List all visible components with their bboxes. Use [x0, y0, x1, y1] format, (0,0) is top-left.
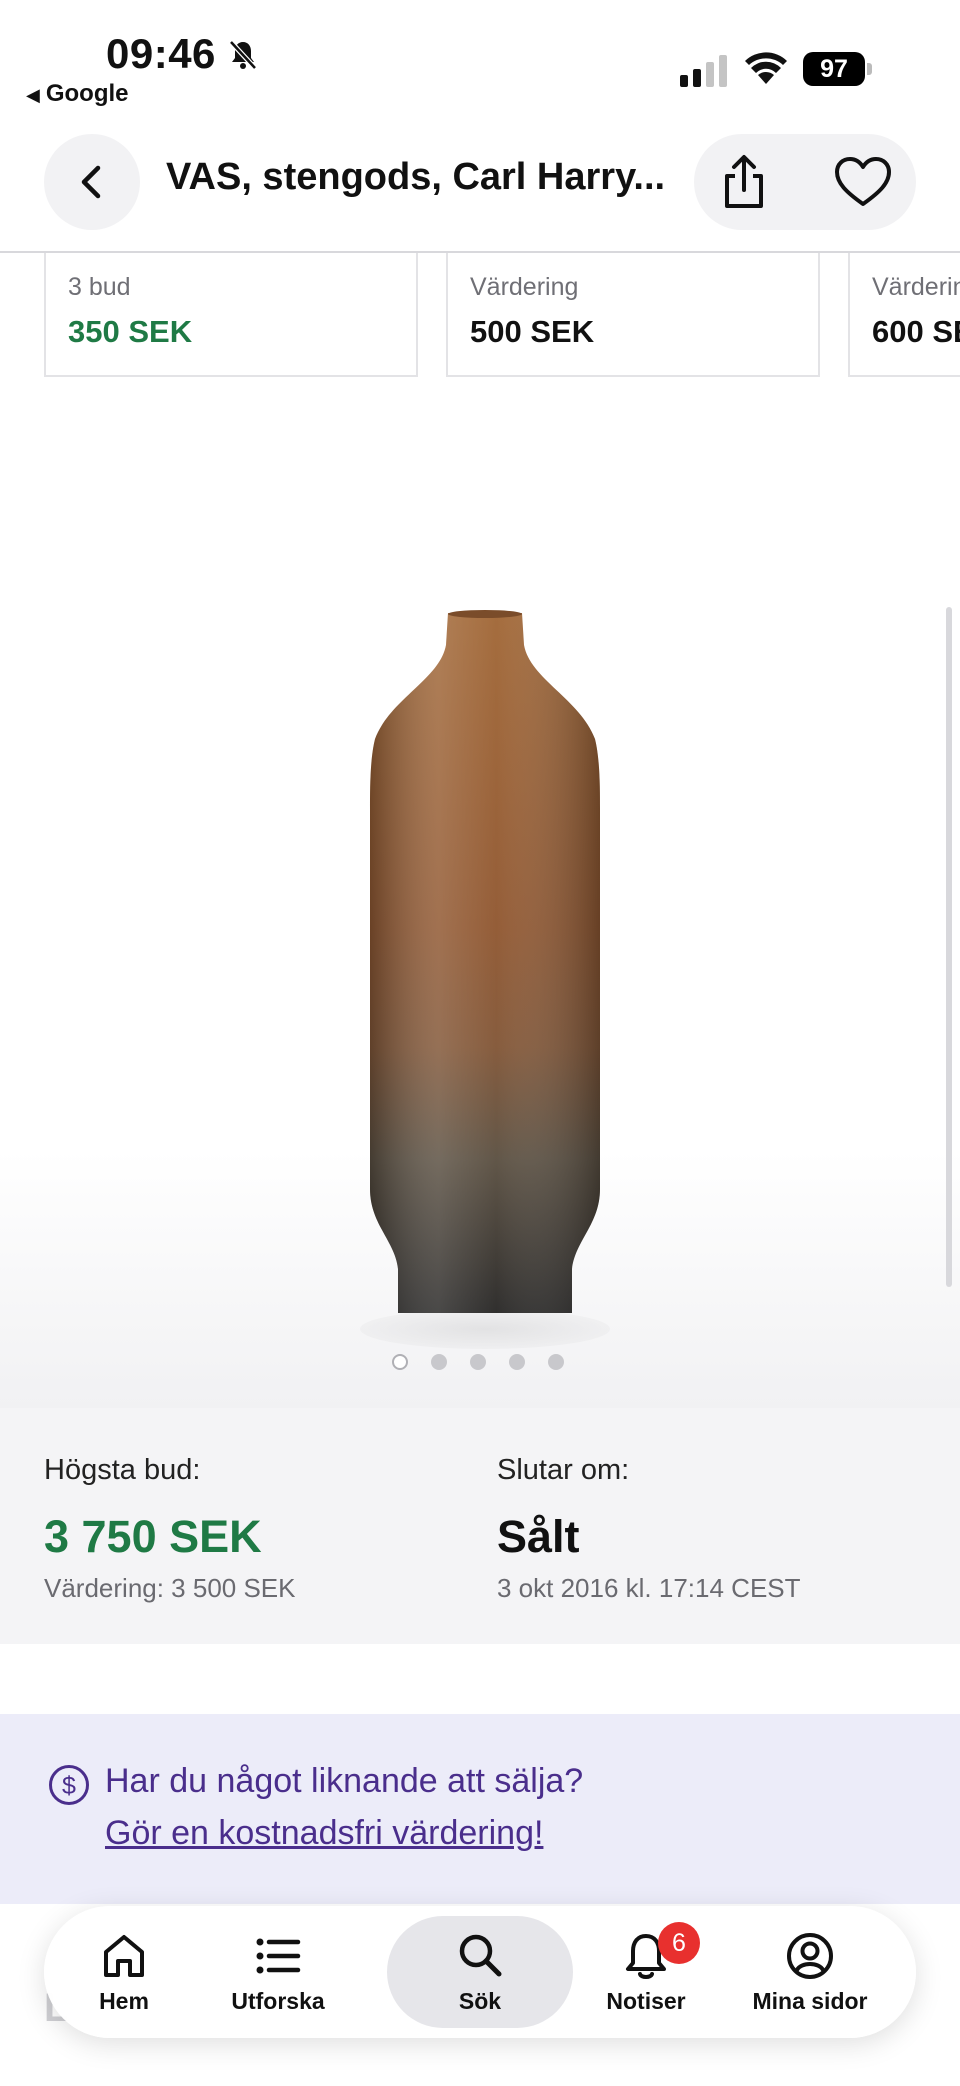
- list-icon: [256, 1938, 301, 1973]
- header-actions: [694, 134, 916, 230]
- card-label: Värdering: [470, 273, 579, 301]
- pagination-dot[interactable]: [548, 1354, 564, 1370]
- ends-date: 3 okt 2016 kl. 17:14 CEST: [497, 1573, 801, 1603]
- promo-text: Har du något liknande att sälja?: [105, 1762, 584, 1800]
- tab-search[interactable]: Sök: [387, 1916, 573, 2028]
- bottom-navigation: Hem Utforska Sök Notiser 6 Mina sidor: [44, 1906, 916, 2038]
- tab-notifications[interactable]: Notiser 6: [566, 1916, 726, 2028]
- highest-bid-section: Högsta bud: 3 750 SEK Värdering: 3 500 S…: [44, 1454, 296, 1604]
- card-value: 600 SEK: [872, 314, 960, 349]
- tab-my-pages[interactable]: Mina sidor: [730, 1916, 890, 2028]
- dollar-circle-icon: $: [49, 1765, 89, 1805]
- tab-label: Utforska: [231, 1987, 325, 2014]
- related-items-carousel[interactable]: 3 bud 350 SEK Värdering 500 SEK Värderin…: [0, 253, 960, 379]
- pagination-dot[interactable]: [470, 1354, 486, 1370]
- status-time: 09:46: [106, 30, 216, 77]
- tab-home[interactable]: Hem: [44, 1916, 204, 2028]
- ends-section: Slutar om: Sålt 3 okt 2016 kl. 17:14 CES…: [497, 1454, 801, 1604]
- card-value: 500 SEK: [470, 314, 595, 349]
- back-button[interactable]: [44, 134, 140, 230]
- tab-label: Mina sidor: [752, 1987, 868, 2014]
- tab-explore[interactable]: Utforska: [198, 1916, 358, 2028]
- bell-muted-icon: [229, 40, 257, 70]
- share-icon[interactable]: [714, 152, 774, 212]
- back-app-label: Google: [45, 80, 129, 107]
- valuation-text: Värdering: 3 500 SEK: [44, 1573, 296, 1603]
- search-icon: [459, 1934, 502, 1976]
- tab-label: Sök: [458, 1987, 502, 2014]
- page-title: VAS, stengods, Carl Harry...: [166, 156, 666, 198]
- pagination-dot[interactable]: [392, 1354, 408, 1370]
- pagination-dot[interactable]: [509, 1354, 525, 1370]
- cellular-signal-icon: [680, 55, 727, 87]
- related-card[interactable]: Värdering 600 SEK: [848, 253, 960, 377]
- bid-info-panel: Högsta bud: 3 750 SEK Värdering: 3 500 S…: [0, 1408, 960, 1644]
- related-card[interactable]: 3 bud 350 SEK: [44, 253, 418, 377]
- highest-bid-label: Högsta bud:: [44, 1454, 201, 1486]
- back-to-app-link[interactable]: ◀ Google: [26, 80, 129, 108]
- product-image-gallery[interactable]: [0, 379, 960, 1408]
- battery-level: 97: [803, 52, 865, 86]
- ends-status: Sålt: [497, 1511, 580, 1562]
- tab-label: Hem: [99, 1987, 149, 2014]
- related-card[interactable]: Värdering 500 SEK: [446, 253, 820, 377]
- svg-text:$: $: [62, 1772, 76, 1800]
- vase-image: [370, 610, 600, 1313]
- card-value: 350 SEK: [68, 314, 193, 349]
- gallery-pagination[interactable]: [392, 1354, 564, 1370]
- pagination-dot[interactable]: [431, 1354, 447, 1370]
- heart-icon[interactable]: [832, 152, 894, 212]
- chevron-left-icon: [81, 165, 101, 199]
- status-bar: 09:46 ◀ Google 97: [0, 0, 960, 120]
- scrollbar[interactable]: [946, 607, 952, 1287]
- highest-bid-value: 3 750 SEK: [44, 1511, 262, 1562]
- page-header: VAS, stengods, Carl Harry...: [0, 120, 960, 253]
- home-icon: [104, 1934, 144, 1977]
- valuation-link[interactable]: Gör en kostnadsfri värdering!: [105, 1814, 543, 1853]
- ends-label: Slutar om:: [497, 1454, 630, 1486]
- tab-label: Notiser: [606, 1987, 686, 2014]
- battery-indicator: 97: [803, 52, 873, 86]
- sell-promo-banner: $ Har du något liknande att sälja? Gör e…: [0, 1714, 960, 1904]
- card-label: 3 bud: [68, 273, 131, 301]
- notification-badge: 6: [658, 1922, 700, 1964]
- card-label: Värdering: [872, 273, 960, 301]
- wifi-icon: [745, 52, 787, 84]
- back-triangle-icon: ◀: [26, 85, 40, 105]
- user-icon: [787, 1932, 833, 1979]
